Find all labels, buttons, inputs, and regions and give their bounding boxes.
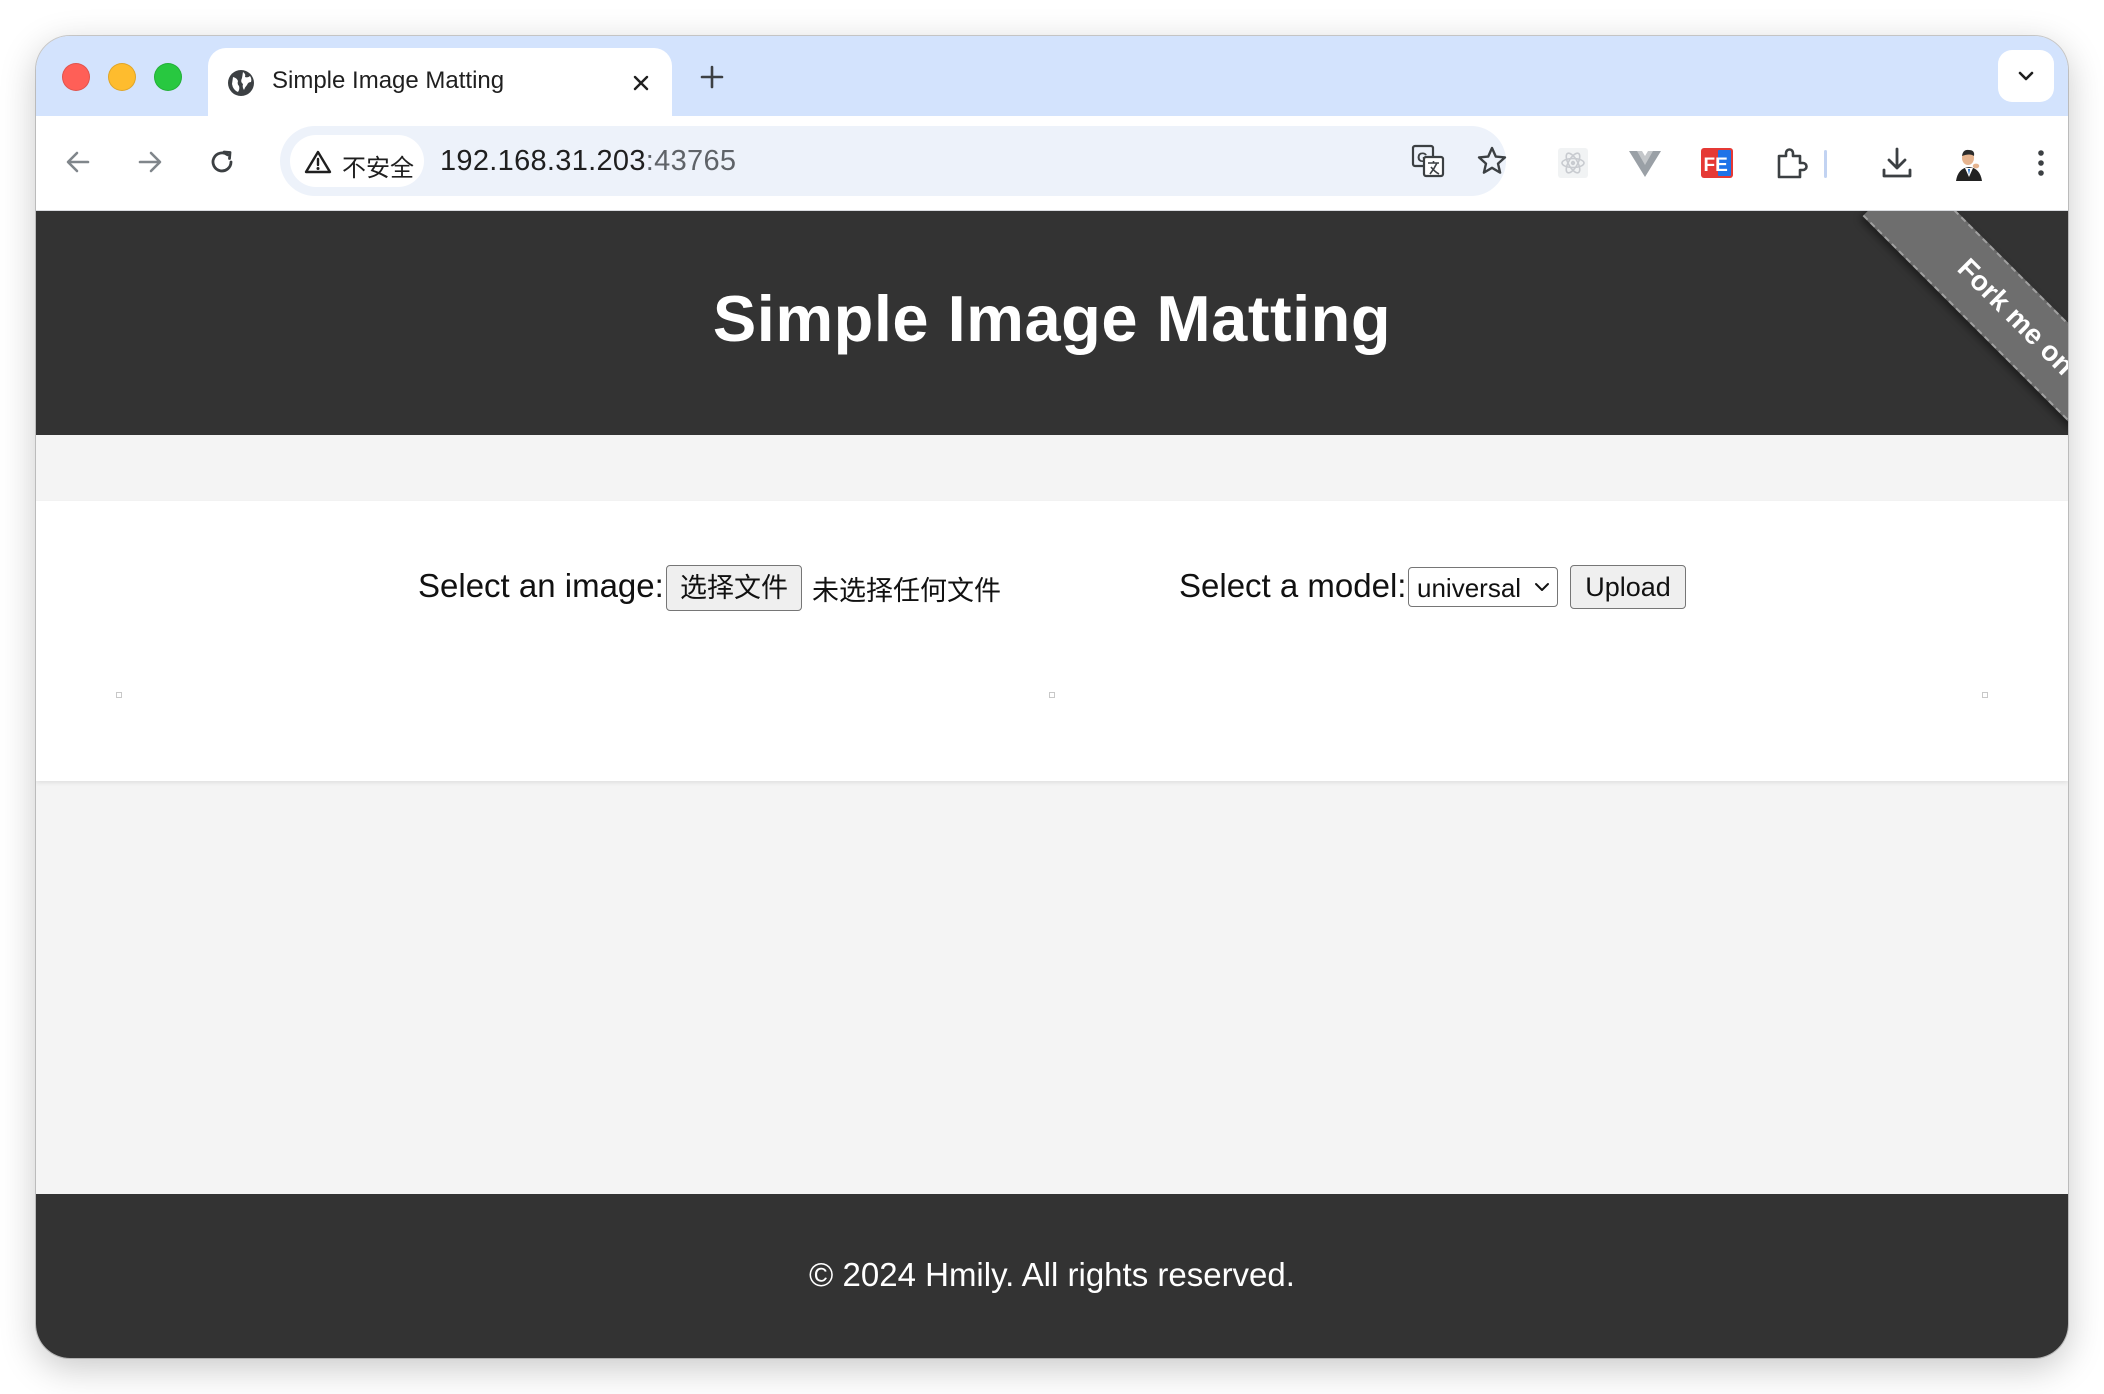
page-title: Simple Image Matting xyxy=(712,282,1392,355)
upload-button[interactable]: Upload xyxy=(1570,565,1686,609)
react-devtools-icon[interactable] xyxy=(1554,144,1592,182)
forward-icon[interactable] xyxy=(132,144,168,180)
back-icon[interactable] xyxy=(60,144,96,180)
footer-copyright: © 2024 Hmily. All rights reserved. xyxy=(809,1256,1295,1293)
choose-file-button[interactable]: 选择文件 xyxy=(666,565,802,611)
tab-strip: Simple Image Matting xyxy=(36,36,2068,116)
toolbar-separator xyxy=(1824,150,1827,178)
more-icon[interactable] xyxy=(2022,144,2060,182)
svg-text:FE: FE xyxy=(1704,155,1728,176)
chevron-down-icon xyxy=(2018,71,2034,81)
mask-image-placeholder xyxy=(1049,692,1055,698)
window-maximize-button[interactable] xyxy=(154,63,182,91)
close-icon[interactable] xyxy=(628,70,654,96)
tab-title: Simple Image Matting xyxy=(272,67,505,94)
tab-search-button[interactable] xyxy=(1998,50,2054,102)
url-text[interactable]: 192.168.31.203:43765 xyxy=(440,145,736,178)
page-viewport: Simple Image Matting Fork me on GitHub S… xyxy=(36,211,2068,1358)
original-image-placeholder xyxy=(116,692,122,698)
chevron-down-icon xyxy=(1535,583,1549,591)
reload-icon[interactable] xyxy=(204,144,240,180)
security-chip[interactable]: 不安全 xyxy=(290,135,424,187)
globe-icon xyxy=(226,68,256,98)
warning-icon xyxy=(304,150,332,174)
site-footer: © 2024 Hmily. All rights reserved. xyxy=(36,1194,2068,1358)
browser-window: Simple Image Matting 不安全 192.168.31.203:… xyxy=(36,36,2068,1358)
download-icon[interactable] xyxy=(1878,144,1916,182)
translate-icon[interactable]: G xyxy=(1410,143,1446,179)
security-label: 不安全 xyxy=(342,154,414,182)
browser-toolbar: 不安全 192.168.31.203:43765 G FE xyxy=(36,116,2068,211)
fe-helper-icon[interactable]: FE xyxy=(1698,144,1736,182)
url-port: :43765 xyxy=(645,145,737,177)
vue-devtools-icon[interactable] xyxy=(1626,144,1664,182)
window-close-button[interactable] xyxy=(62,63,90,91)
plus-icon[interactable] xyxy=(696,61,728,93)
star-icon[interactable] xyxy=(1474,143,1510,179)
fork-on-github-ribbon[interactable]: Fork me on GitHub xyxy=(1862,211,2068,511)
model-label: Select a model: xyxy=(1179,567,1407,604)
model-select[interactable]: universal xyxy=(1408,567,1558,607)
address-bar[interactable]: 不安全 192.168.31.203:43765 G xyxy=(280,126,1507,196)
url-host: 192.168.31.203 xyxy=(440,145,646,177)
model-select-value: universal xyxy=(1417,573,1522,603)
site-header: Simple Image Matting xyxy=(36,211,2068,435)
result-image-placeholder xyxy=(1982,692,1988,698)
active-tab[interactable]: Simple Image Matting xyxy=(208,48,672,116)
avatar[interactable] xyxy=(1950,144,1988,182)
window-minimize-button[interactable] xyxy=(108,63,136,91)
extensions-icon[interactable] xyxy=(1772,144,1810,182)
image-label: Select an image: xyxy=(418,567,664,604)
upload-card: Select an image: 选择文件 未选择任何文件 Select a m… xyxy=(36,501,2068,781)
github-ribbon-container: Fork me on GitHub xyxy=(1768,211,2068,511)
file-status: 未选择任何文件 xyxy=(812,576,1001,607)
